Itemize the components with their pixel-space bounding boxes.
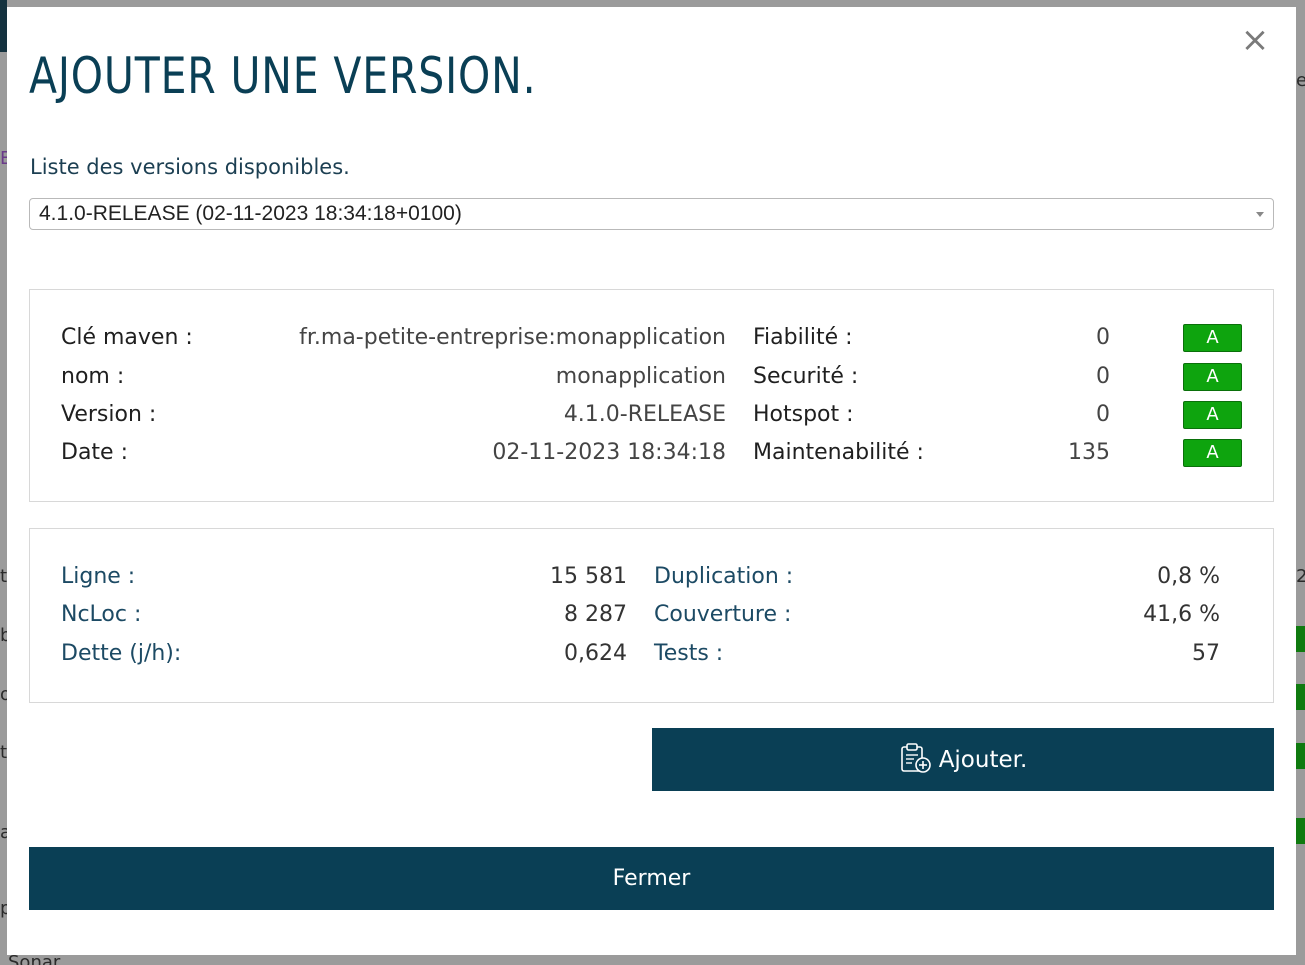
add-version-button[interactable]: Ajouter. bbox=[652, 728, 1274, 791]
info-value-date: 02-11-2023 18:34:18 bbox=[492, 440, 726, 465]
info-label-date: Date : bbox=[61, 440, 128, 465]
add-version-modal: AJOUTER UNE VERSION. × Liste des version… bbox=[7, 7, 1296, 955]
metric-value-tests: 57 bbox=[1192, 641, 1220, 666]
background-text-fragment: 2 bbox=[1296, 566, 1305, 587]
info-value-name: monapplication bbox=[555, 364, 726, 389]
rating-value-hotspot: 0 bbox=[1096, 402, 1110, 427]
close-icon[interactable]: × bbox=[1240, 23, 1270, 57]
version-metrics-panel: Ligne : 15 581 NcLoc : 8 287 Dette (j/h)… bbox=[29, 528, 1274, 703]
rating-label-maintainability: Maintenabilité : bbox=[753, 440, 924, 465]
rating-value-reliability: 0 bbox=[1096, 325, 1110, 350]
close-button[interactable]: Fermer bbox=[29, 847, 1274, 910]
rating-label-security: Securité : bbox=[753, 364, 859, 389]
metric-value-debt: 0,624 bbox=[564, 641, 627, 666]
metric-value-coverage: 41,6 % bbox=[1143, 602, 1220, 627]
metric-label-lines: Ligne : bbox=[61, 564, 136, 589]
rating-badge-reliability: A bbox=[1183, 324, 1242, 352]
rating-label-reliability: Fiabilité : bbox=[753, 325, 853, 350]
metric-value-lines: 15 581 bbox=[550, 564, 627, 589]
rating-value-security: 0 bbox=[1096, 364, 1110, 389]
background-text-fragment: t bbox=[0, 742, 8, 763]
background-sidebar-edge bbox=[0, 0, 7, 52]
info-value-maven-key: fr.ma-petite-entreprise:monapplication bbox=[299, 325, 726, 350]
add-version-button-label: Ajouter. bbox=[938, 746, 1028, 773]
rating-label-hotspot: Hotspot : bbox=[753, 402, 854, 427]
metric-label-ncloc: NcLoc : bbox=[61, 602, 142, 627]
chevron-down-icon bbox=[1256, 212, 1264, 217]
rating-badge-security: A bbox=[1183, 363, 1242, 391]
metric-value-duplication: 0,8 % bbox=[1157, 564, 1220, 589]
background-text-fragment: t bbox=[0, 566, 8, 587]
metric-label-duplication: Duplication : bbox=[654, 564, 794, 589]
metric-value-ncloc: 8 287 bbox=[564, 602, 627, 627]
rating-value-maintainability: 135 bbox=[1068, 440, 1110, 465]
version-select[interactable]: 4.1.0-RELEASE (02-11-2023 18:34:18+0100) bbox=[29, 198, 1274, 230]
metric-label-coverage: Couverture : bbox=[654, 602, 792, 627]
close-button-label: Fermer bbox=[612, 866, 691, 891]
rating-badge-maintainability: A bbox=[1183, 439, 1242, 467]
clipboard-add-icon bbox=[899, 742, 933, 778]
rating-badge-hotspot: A bbox=[1183, 401, 1242, 429]
version-select-value: 4.1.0-RELEASE (02-11-2023 18:34:18+0100) bbox=[39, 202, 462, 225]
metric-label-tests: Tests : bbox=[654, 641, 724, 666]
metric-label-debt: Dette (j/h): bbox=[61, 641, 182, 666]
info-value-version: 4.1.0-RELEASE bbox=[563, 402, 726, 427]
info-label-name: nom : bbox=[61, 364, 125, 389]
version-info-panel: Clé maven : fr.ma-petite-entreprise:mona… bbox=[29, 289, 1274, 502]
version-list-label: Liste des versions disponibles. bbox=[30, 155, 350, 179]
modal-title: AJOUTER UNE VERSION. bbox=[29, 47, 537, 105]
info-label-maven-key: Clé maven : bbox=[61, 325, 193, 350]
background-text-fragment: e bbox=[1296, 70, 1305, 91]
info-label-version: Version : bbox=[61, 402, 157, 427]
